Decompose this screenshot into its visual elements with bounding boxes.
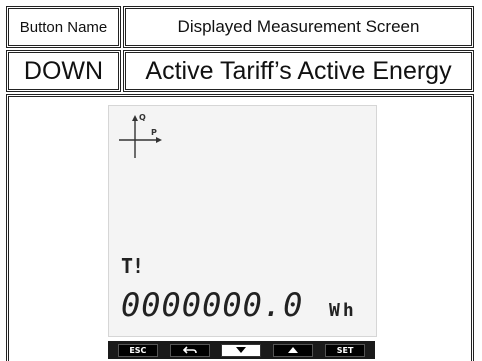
keypad: ESC SET	[108, 341, 375, 359]
button-name-cell: DOWN	[6, 50, 121, 92]
back-arrow-icon	[182, 345, 197, 354]
measurement-table: Button Name Displayed Measurement Screen…	[6, 6, 474, 361]
pq-quadrant-icon: Q P	[119, 113, 162, 158]
axis-q-label: Q	[139, 113, 146, 122]
energy-value: 0000000.0	[121, 286, 304, 324]
measurement-screen-cell: Active Tariff’s Active Energy	[123, 50, 474, 92]
header-button-name: Button Name	[6, 6, 121, 48]
esc-button[interactable]: ESC	[117, 343, 158, 357]
up-button[interactable]	[273, 343, 314, 357]
up-arrow-icon	[288, 347, 299, 353]
down-button[interactable]	[221, 343, 262, 357]
back-button[interactable]	[169, 343, 210, 357]
down-arrow-icon	[236, 347, 247, 353]
screen-image-cell: Q P T! 0000000.0 Wh ESC SET	[6, 94, 474, 361]
axis-p-label: P	[151, 128, 157, 137]
lcd-display: Q P T! 0000000.0 Wh	[108, 105, 377, 337]
energy-unit: Wh	[329, 300, 357, 321]
set-button[interactable]: SET	[325, 343, 366, 357]
header-displayed-screen: Displayed Measurement Screen	[123, 6, 474, 48]
tariff-indicator: T!	[121, 254, 144, 278]
